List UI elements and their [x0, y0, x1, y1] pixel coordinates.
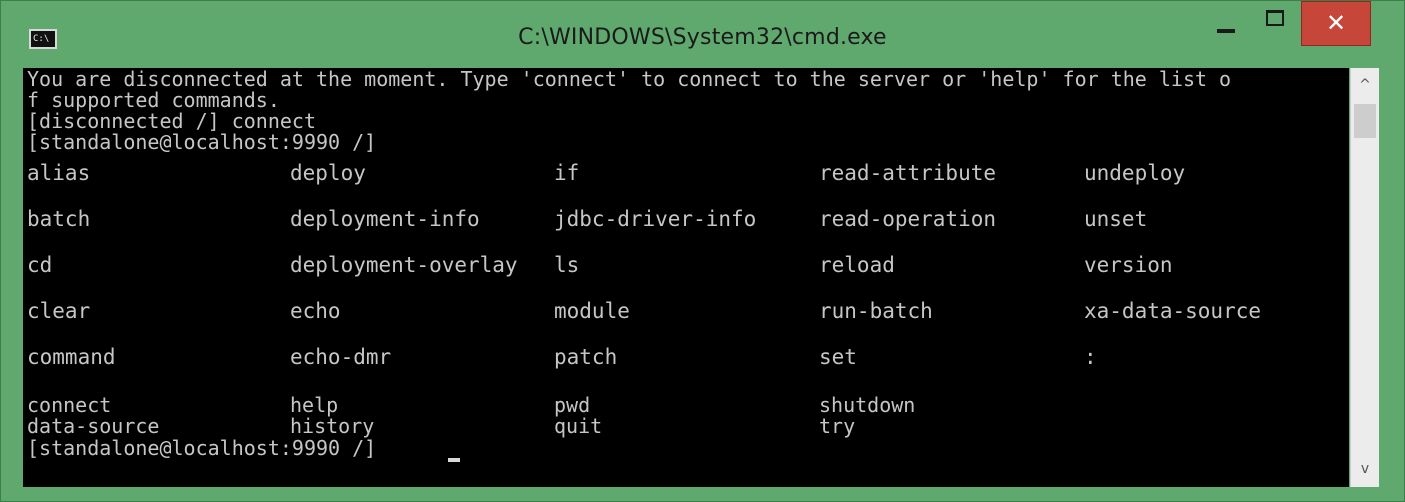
- command-name: pwd: [554, 393, 591, 417]
- command-name: cd: [27, 253, 53, 277]
- command-name: read-attribute: [819, 161, 997, 185]
- command-name: jdbc-driver-info: [554, 207, 757, 231]
- command-name: shutdown: [819, 393, 916, 417]
- command-name: deploy: [290, 161, 366, 185]
- close-button[interactable]: ✕: [1301, 1, 1371, 46]
- command-name: batch: [27, 207, 91, 231]
- command-name: connect: [27, 393, 112, 417]
- command-name: patch: [554, 345, 618, 369]
- command-name: ls: [554, 253, 580, 277]
- command-name: help: [290, 393, 339, 417]
- command-name: echo-dmr: [290, 345, 392, 369]
- command-name: :: [1084, 345, 1097, 369]
- vertical-scrollbar[interactable]: ^ v: [1350, 68, 1379, 487]
- command-name: version: [1084, 253, 1173, 277]
- command-name: data-source: [27, 414, 160, 438]
- minimize-icon: [1217, 29, 1235, 33]
- command-name: clear: [27, 299, 91, 323]
- command-name: if: [554, 161, 580, 185]
- console-line: f supported commands.: [27, 88, 280, 112]
- command-name: reload: [819, 253, 895, 277]
- command-name: command: [27, 345, 116, 369]
- close-icon: ✕: [1325, 9, 1347, 37]
- command-name: quit: [554, 414, 603, 438]
- command-name: module: [554, 299, 630, 323]
- cmd-window: C:\ C:\WINDOWS\System32\cmd.exe ✕ You ar…: [0, 0, 1405, 502]
- text-cursor: [448, 458, 460, 462]
- scrollbar-thumb[interactable]: [1354, 104, 1376, 138]
- console-line: [standalone@localhost:9990 /]: [27, 130, 377, 154]
- command-name: history: [290, 414, 375, 438]
- command-name: echo: [290, 299, 341, 323]
- scroll-down-icon[interactable]: v: [1351, 458, 1379, 480]
- command-name: read-operation: [819, 207, 997, 231]
- scroll-up-icon[interactable]: ^: [1351, 74, 1379, 96]
- console-line: [disconnected /] connect: [27, 109, 316, 133]
- console-output[interactable]: You are disconnected at the moment. Type…: [23, 68, 1349, 487]
- command-name: alias: [27, 161, 91, 185]
- command-name: unset: [1084, 207, 1148, 231]
- console-line: You are disconnected at the moment. Type…: [27, 68, 1232, 91]
- minimize-button[interactable]: [1201, 1, 1251, 46]
- command-name: deployment-info: [290, 207, 480, 231]
- maximize-icon: [1266, 10, 1284, 26]
- command-name: try: [819, 414, 856, 438]
- command-name: deployment-overlay: [290, 253, 518, 277]
- window-title: C:\WINDOWS\System32\cmd.exe: [518, 25, 887, 50]
- command-name: xa-data-source: [1084, 299, 1262, 323]
- prompt: [standalone@localhost:9990 /]: [27, 436, 377, 460]
- command-name: set: [819, 345, 857, 369]
- command-name: undeploy: [1084, 161, 1186, 185]
- command-name: run-batch: [819, 299, 933, 323]
- maximize-button[interactable]: [1253, 1, 1301, 46]
- title-bar[interactable]: C:\ C:\WINDOWS\System32\cmd.exe ✕: [1, 1, 1404, 67]
